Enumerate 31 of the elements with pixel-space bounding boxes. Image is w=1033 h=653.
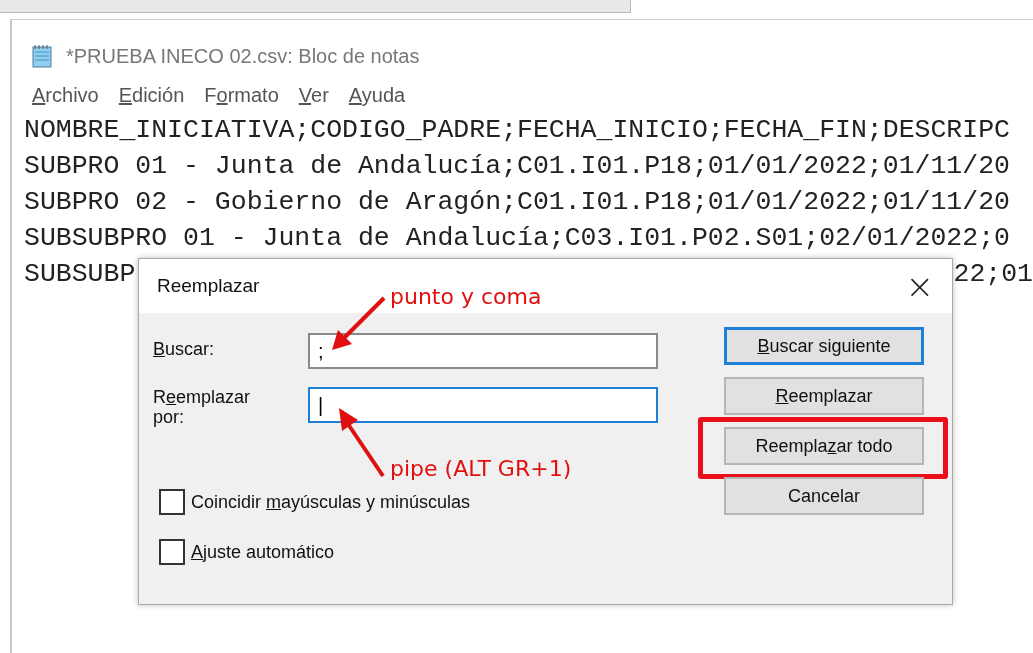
text-line: SUBSUBP: [24, 258, 136, 291]
arrow: [330, 296, 386, 352]
arrow: [336, 406, 386, 478]
text-line: NOMBRE_INICIATIVA;CODIGO_PADRE;FECHA_INICIO;FECHA_FIN;DESCRIPC: [24, 114, 1010, 147]
notepad-icon: [32, 44, 54, 68]
menu-item[interactable]: Formato: [202, 83, 281, 107]
dialog-title: Reemplazar: [157, 275, 260, 297]
menu-item[interactable]: Edición: [116, 83, 187, 107]
window-title: *PRUEBA INECO 02.csv: Bloc de notas: [66, 44, 420, 68]
checkbox-label: Coincidir mayúsculas y minúsculas: [191, 491, 471, 513]
checkbox[interactable]: [159, 489, 185, 515]
dialog-button[interactable]: Reemplazar todo: [724, 427, 924, 465]
checkbox[interactable]: [159, 539, 185, 565]
input-field[interactable]: ;: [308, 333, 658, 369]
annotation-text: pipe (ALT GR+1): [390, 456, 572, 481]
field-label: Buscar:: [153, 338, 216, 359]
input-field[interactable]: |: [308, 387, 658, 423]
dialog-button[interactable]: Buscar siguiente: [724, 327, 924, 365]
checkbox-label: Ajuste automático: [191, 541, 335, 563]
text-line: SUBPRO 02 - Gobierno de Aragón;C01.I01.P18;01/01/2022;01/11/20: [24, 186, 1010, 219]
text-line: SUBSUBPRO 01 - Junta de Andalucía;C03.I01.P02.S01;02/01/2022;0: [24, 222, 1010, 255]
field-label: Reemplazar por:: [153, 387, 252, 427]
dialog-button[interactable]: Reemplazar: [724, 377, 924, 415]
text-line: SUBPRO 01 - Junta de Andalucía;C01.I01.P18;01/01/2022;01/11/20: [24, 150, 1010, 183]
text-line: 22;01: [953, 258, 1033, 291]
menu-item[interactable]: Archivo: [30, 83, 101, 107]
close-button[interactable]: ×: [901, 269, 938, 303]
menu-item[interactable]: Ver: [296, 83, 331, 107]
menu-item[interactable]: Ayuda: [346, 83, 408, 107]
dialog-button[interactable]: Cancelar: [724, 477, 924, 515]
annotation-text: punto y coma: [390, 284, 542, 309]
